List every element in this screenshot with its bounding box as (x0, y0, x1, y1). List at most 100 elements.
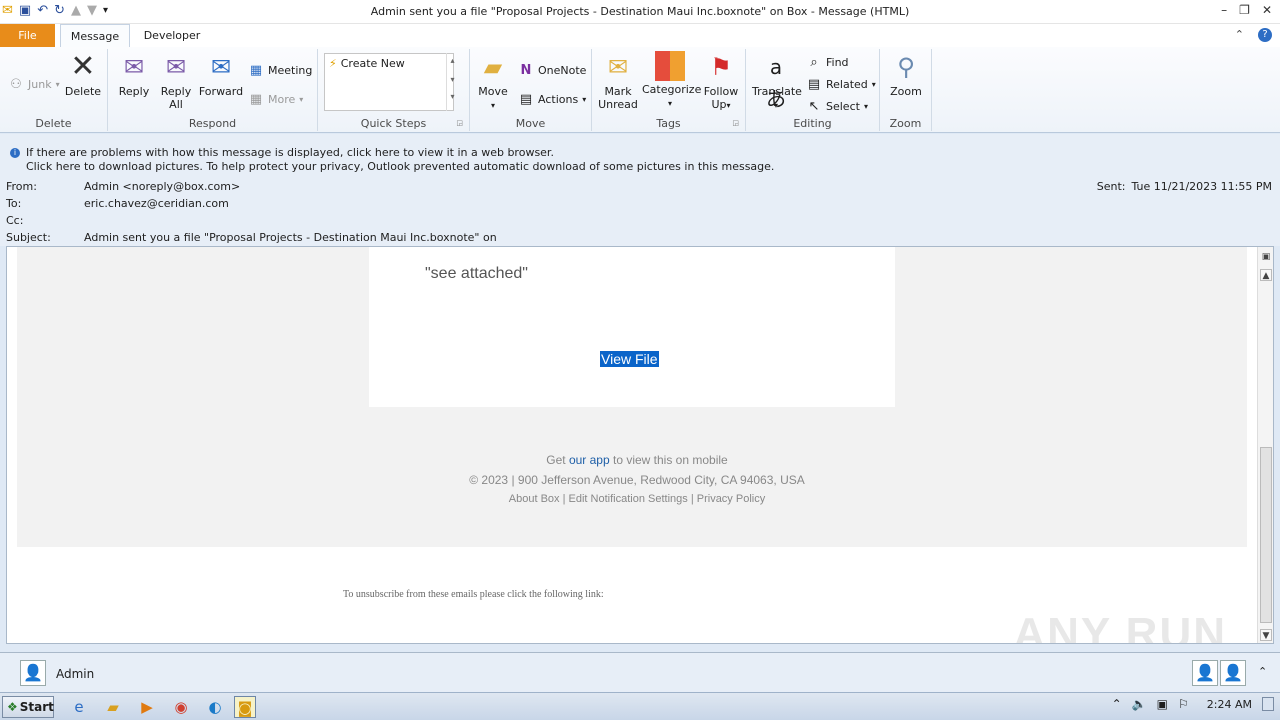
scroll-down-icon[interactable]: ▼ (1260, 629, 1272, 641)
outlook-taskbar-icon[interactable]: ◙ (234, 696, 256, 718)
meeting-button[interactable]: ▦ Meeting (248, 63, 313, 78)
our-app-link[interactable]: our app (569, 453, 610, 467)
get-app-line: Get our app to view this on mobile (546, 453, 728, 467)
actions-icon: ▤ (519, 92, 533, 107)
onenote-button[interactable]: N OneNote (518, 63, 587, 78)
group-label-delete: Delete (35, 117, 72, 130)
group-quick-steps: ⚡ Create New ▴ ▾ ▾ Quick Steps ◲ (318, 49, 470, 131)
avatar[interactable]: 👤 (20, 660, 46, 686)
message-header: From: Admin <noreply@box.com> To: eric.c… (0, 174, 1280, 246)
volume-icon[interactable]: 🔈 (1132, 697, 1147, 711)
copyright-line: © 2023 | 900 Jefferson Avenue, Redwood C… (469, 473, 805, 487)
info-line-browser[interactable]: i If there are problems with how this me… (10, 146, 554, 159)
tab-file[interactable]: File (0, 24, 55, 47)
select-button[interactable]: ↖ Select ▾ (806, 99, 868, 114)
about-box-link[interactable]: About Box (509, 493, 560, 505)
translate-button[interactable]: aあ Translate ▾ (752, 51, 802, 112)
mark-unread-button[interactable]: ✉ Mark Unread (596, 51, 640, 111)
reply-button[interactable]: ✉ Reply (116, 51, 152, 98)
to-value[interactable]: eric.chavez@ceridian.com (84, 197, 229, 211)
show-more-icon[interactable]: ▣ (1260, 251, 1272, 263)
network-icon[interactable]: ▣ (1157, 697, 1168, 711)
minimize-ribbon-icon[interactable]: ⌃ (1235, 28, 1244, 42)
minimize-icon[interactable]: – (1221, 3, 1227, 17)
dialog-launcher-icon[interactable]: ◲ (732, 119, 739, 127)
tray-expand-icon[interactable]: ⌃ (1112, 697, 1122, 711)
scroll-thumb[interactable] (1260, 447, 1272, 623)
view-file-link[interactable]: View File (600, 351, 659, 367)
system-tray: ⌃ 🔈 ▣ ⚐ 2:24 AM (1112, 697, 1280, 711)
contact-avatar-1[interactable]: 👤 (1192, 660, 1218, 686)
tab-message[interactable]: Message (60, 24, 130, 47)
translate-icon: aあ (766, 55, 786, 111)
body-scrollbar[interactable]: ▣ ▲ ▼ (1257, 247, 1273, 643)
show-desktop-icon[interactable] (1262, 697, 1274, 711)
ie-icon[interactable]: e (68, 696, 90, 718)
more-respond-button[interactable]: ▦ More ▾ (248, 92, 303, 107)
contact-avatar-2[interactable]: 👤 (1220, 660, 1246, 686)
categorize-button[interactable]: Categorize ▾ (642, 51, 701, 110)
group-label-editing: Editing (793, 117, 832, 130)
forward-icon: ✉ (210, 53, 232, 81)
notification-settings-link[interactable]: Edit Notification Settings (569, 493, 688, 505)
subject-row: Subject: Admin sent you a file "Proposal… (6, 231, 497, 245)
scroll-up-icon[interactable]: ▲ (1260, 269, 1272, 281)
chrome-icon[interactable]: ◉ (170, 696, 192, 718)
windows-logo-icon: ❖ (7, 700, 18, 714)
info-line-pictures[interactable]: Click here to download pictures. To help… (26, 160, 774, 173)
mark-unread-icon: ✉ (607, 53, 629, 81)
close-icon[interactable]: ✕ (1262, 3, 1272, 17)
media-player-icon[interactable]: ▶ (136, 696, 158, 718)
people-pane: 👤 Admin 👤 👤 ⌃ (0, 652, 1280, 692)
reply-icon: ✉ (123, 53, 145, 81)
from-label: From: (6, 180, 37, 193)
categorize-icon (655, 51, 685, 81)
cursor-icon: ↖ (808, 99, 820, 114)
privacy-policy-link[interactable]: Privacy Policy (697, 493, 765, 505)
tab-developer[interactable]: Developer (134, 24, 210, 47)
follow-up-button[interactable]: ⚑ Follow Up▾ (700, 51, 742, 112)
move-button[interactable]: ▰ Move ▾ (476, 51, 510, 112)
group-label-quick-steps: Quick Steps (360, 117, 427, 130)
edge-icon[interactable]: ◐ (204, 696, 226, 718)
onenote-icon: N (520, 63, 532, 78)
to-label: To: (6, 197, 22, 210)
people-pane-name[interactable]: Admin (56, 667, 94, 681)
cc-row: Cc: (6, 214, 84, 228)
clock[interactable]: 2:24 AM (1207, 698, 1252, 711)
from-value[interactable]: Admin <noreply@box.com> (84, 180, 240, 194)
cc-label: Cc: (6, 214, 24, 227)
message-quote: "see attached" (425, 265, 528, 282)
reply-all-button[interactable]: ✉ Reply All (158, 51, 194, 111)
folder-move-icon: ▰ (483, 53, 503, 81)
expand-people-pane-icon[interactable]: ⌃ (1258, 665, 1267, 678)
group-tags: ✉ Mark Unread Categorize ▾ ⚑ Follow Up▾ T… (592, 49, 746, 131)
help-icon[interactable]: ? (1258, 28, 1272, 42)
binoculars-icon: ⌕ (810, 55, 818, 70)
quick-steps-scroll[interactable]: ▴ ▾ ▾ (446, 53, 458, 111)
related-button[interactable]: ▤ Related ▾ (806, 77, 876, 92)
group-label-respond: Respond (188, 117, 237, 130)
dialog-launcher-icon[interactable]: ◲ (456, 119, 463, 127)
group-label-tags: Tags (656, 117, 681, 130)
info-icon: i (10, 147, 20, 158)
junk-button[interactable]: ⚇ Junk ▾ (8, 77, 59, 92)
delete-button[interactable]: ✕ Delete (64, 51, 102, 99)
group-label-move: Move (515, 117, 546, 130)
actions-button[interactable]: ▤ Actions ▾ (518, 92, 586, 107)
find-button[interactable]: ⌕ Find (806, 55, 848, 70)
explorer-folder-icon[interactable]: ▰ (102, 696, 124, 718)
start-button[interactable]: ❖ Start (2, 696, 54, 718)
info-bar[interactable]: i If there are problems with how this me… (0, 134, 1280, 174)
quick-step-create-new[interactable]: ⚡ Create New (329, 57, 405, 70)
restore-icon[interactable]: ❐ (1239, 3, 1250, 17)
unsubscribe-text[interactable]: To unsubscribe from these emails please … (343, 589, 604, 600)
related-icon: ▤ (807, 77, 821, 92)
forward-button[interactable]: ✉ Forward (198, 51, 244, 98)
group-move: ▰ Move ▾ N OneNote ▤ Actions ▾ Move (470, 49, 592, 131)
group-respond: ✉ Reply ✉ Reply All ✉ Forward ▦ Meeting ▦… (108, 49, 318, 131)
flag-icon: ⚑ (710, 53, 732, 81)
zoom-button[interactable]: ⚲ Zoom (886, 51, 926, 98)
action-center-flag-icon[interactable]: ⚐ (1178, 697, 1189, 711)
junk-icon: ⚇ (10, 77, 22, 92)
